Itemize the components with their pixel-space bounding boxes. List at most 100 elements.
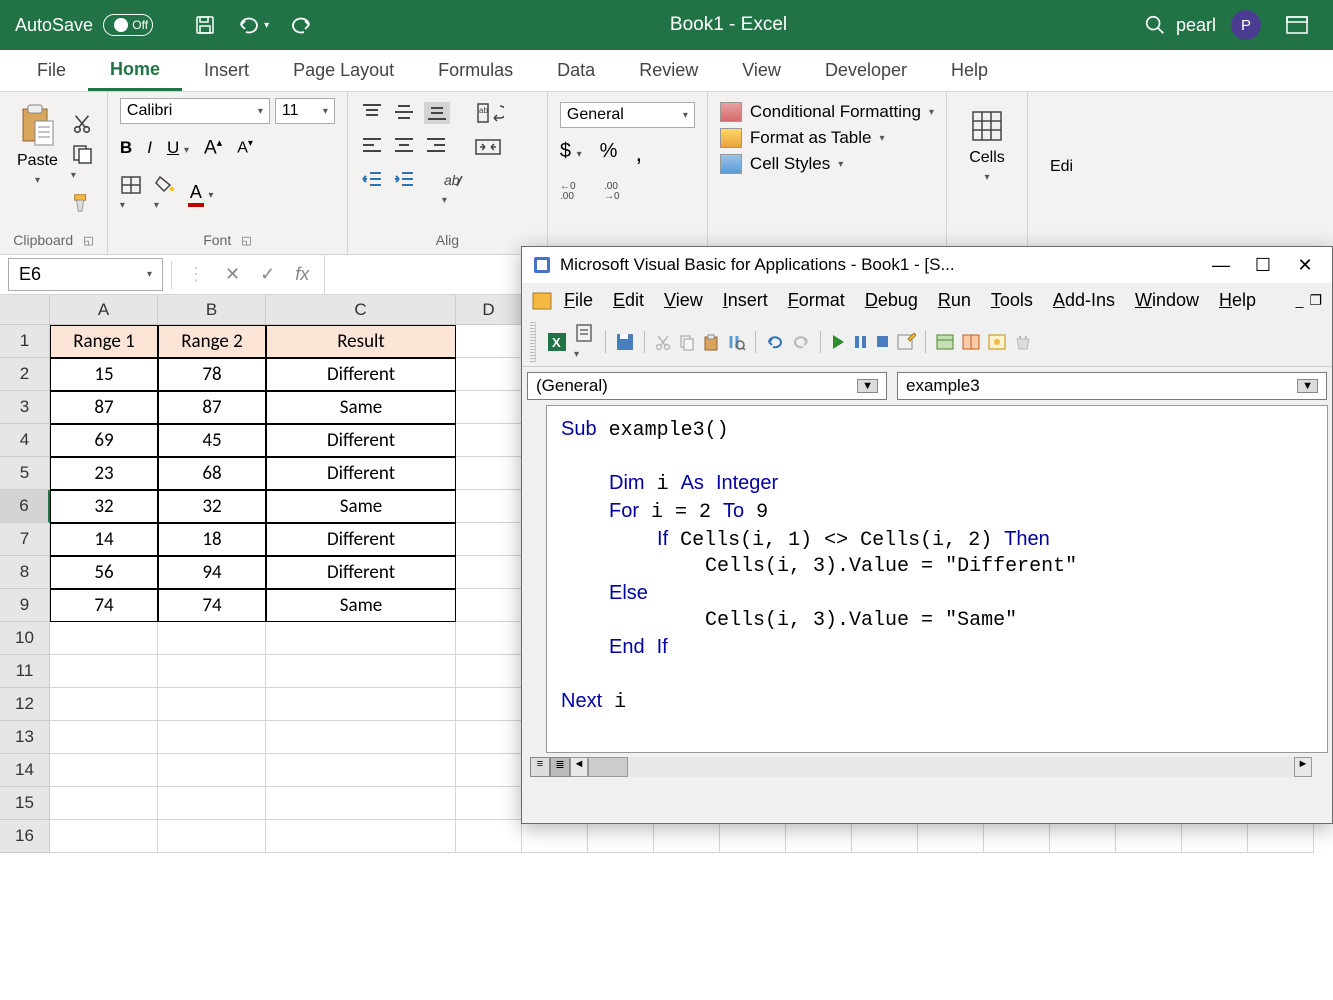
row-header-12[interactable]: 12 [0, 688, 50, 721]
tab-view[interactable]: View [720, 50, 803, 91]
paste-icon[interactable] [702, 333, 720, 351]
vba-menu-add-ins[interactable]: Add-Ins [1045, 287, 1123, 314]
row-header-5[interactable]: 5 [0, 457, 50, 490]
mdi-restore-icon[interactable]: ❐ [1309, 292, 1322, 309]
object-browser-icon[interactable] [987, 333, 1007, 351]
close-icon[interactable]: ✕ [1288, 255, 1322, 276]
row-header-15[interactable]: 15 [0, 787, 50, 820]
row-header-3[interactable]: 3 [0, 391, 50, 424]
vba-menu-edit[interactable]: Edit [605, 287, 652, 314]
table-header[interactable]: Range 2 [158, 325, 266, 358]
horizontal-scrollbar[interactable]: ◄ ► [570, 757, 1312, 777]
font-size-dropdown[interactable]: 11▾ [275, 98, 335, 124]
dots-icon[interactable]: ⋮ [187, 264, 205, 285]
name-box[interactable]: E6▾ [8, 258, 163, 291]
table-cell[interactable]: Same [266, 589, 456, 622]
tab-home[interactable]: Home [88, 50, 182, 91]
row-header-6[interactable]: 6 [0, 490, 50, 523]
table-cell[interactable]: 32 [158, 490, 266, 523]
toolbox-icon[interactable] [1013, 333, 1033, 351]
number-format-dropdown[interactable]: General▾ [560, 102, 695, 128]
vba-menu-insert[interactable]: Insert [715, 287, 776, 314]
row-header-11[interactable]: 11 [0, 655, 50, 688]
vba-menu-debug[interactable]: Debug [857, 287, 926, 314]
cell-styles-button[interactable]: Cell Styles ▾ [720, 154, 934, 174]
redo-icon[interactable] [289, 15, 313, 35]
save-icon[interactable] [615, 332, 635, 352]
tab-page-layout[interactable]: Page Layout [271, 50, 416, 91]
decrease-decimal-icon[interactable]: .00→0 [604, 180, 630, 200]
vba-menu-help[interactable]: Help [1211, 287, 1264, 314]
underline-button[interactable]: U ▾ [167, 138, 189, 158]
design-mode-icon[interactable] [896, 333, 916, 351]
italic-button[interactable]: I [147, 138, 152, 158]
procedure-dropdown[interactable]: example3▼ [897, 372, 1327, 400]
table-cell[interactable]: 15 [50, 358, 158, 391]
table-cell[interactable]: Different [266, 457, 456, 490]
format-as-table-button[interactable]: Format as Table ▾ [720, 128, 934, 148]
save-icon[interactable] [193, 13, 217, 37]
cancel-icon[interactable]: ✕ [225, 264, 240, 285]
orientation-icon[interactable]: ab ▾ [442, 170, 464, 208]
code-editor[interactable]: Sub example3() Dim i As Integer For i = … [546, 405, 1328, 753]
table-cell[interactable]: 23 [50, 457, 158, 490]
properties-icon[interactable] [961, 333, 981, 351]
table-header[interactable]: Range 1 [50, 325, 158, 358]
col-header-D[interactable]: D [456, 295, 522, 325]
borders-button[interactable]: ▾ [120, 175, 142, 213]
align-top-icon[interactable] [360, 102, 384, 124]
search-icon[interactable] [1144, 14, 1166, 36]
table-cell[interactable]: 74 [50, 589, 158, 622]
col-header-C[interactable]: C [266, 295, 456, 325]
object-dropdown[interactable]: (General)▼ [527, 372, 887, 400]
paste-button[interactable]: Paste ▾ [12, 98, 63, 228]
mdi-minimize-icon[interactable]: _ [1296, 292, 1304, 309]
table-cell[interactable]: Different [266, 358, 456, 391]
tab-insert[interactable]: Insert [182, 50, 271, 91]
cut-icon[interactable] [654, 333, 672, 351]
vba-titlebar[interactable]: Microsoft Visual Basic for Applications … [522, 247, 1332, 283]
minimize-icon[interactable]: — [1204, 255, 1238, 276]
merge-center-icon[interactable] [474, 136, 502, 158]
copy-icon[interactable] [678, 333, 696, 351]
table-cell[interactable]: 56 [50, 556, 158, 589]
cut-icon[interactable] [71, 113, 95, 135]
row-header-10[interactable]: 10 [0, 622, 50, 655]
increase-decimal-icon[interactable]: ←0.00 [560, 180, 586, 200]
align-middle-icon[interactable] [392, 102, 416, 124]
row-header-8[interactable]: 8 [0, 556, 50, 589]
tab-help[interactable]: Help [929, 50, 1010, 91]
user-account[interactable]: pearl P [1176, 10, 1261, 40]
enter-icon[interactable]: ✓ [260, 264, 275, 285]
table-cell[interactable]: 87 [50, 391, 158, 424]
tab-formulas[interactable]: Formulas [416, 50, 535, 91]
table-cell[interactable]: Different [266, 523, 456, 556]
row-header-7[interactable]: 7 [0, 523, 50, 556]
table-cell[interactable]: 94 [158, 556, 266, 589]
table-cell[interactable]: 18 [158, 523, 266, 556]
select-all-corner[interactable] [0, 295, 50, 325]
excel-icon[interactable]: X [546, 331, 568, 353]
table-cell[interactable]: 45 [158, 424, 266, 457]
tab-data[interactable]: Data [535, 50, 617, 91]
maximize-icon[interactable]: ☐ [1246, 255, 1280, 276]
currency-icon[interactable]: $ ▾ [560, 140, 582, 168]
comma-icon[interactable]: , [635, 140, 642, 168]
wrap-text-icon[interactable]: ab [476, 102, 504, 124]
copy-icon[interactable]: ▾ [71, 143, 95, 183]
dialog-launcher-icon[interactable]: ◱ [83, 234, 93, 247]
col-header-B[interactable]: B [158, 295, 266, 325]
font-name-dropdown[interactable]: Calibri▾ [120, 98, 270, 124]
table-header[interactable]: Result [266, 325, 456, 358]
tab-developer[interactable]: Developer [803, 50, 929, 91]
vba-menu-window[interactable]: Window [1127, 287, 1207, 314]
increase-indent-icon[interactable] [392, 170, 416, 208]
font-color-button[interactable]: A ▾ [188, 182, 214, 207]
table-cell[interactable]: Different [266, 424, 456, 457]
format-painter-icon[interactable] [71, 191, 95, 213]
decrease-font-icon[interactable]: A▾ [237, 138, 253, 157]
cells-button[interactable]: Cells ▾ [959, 98, 1015, 193]
insert-module-icon[interactable]: ▾ [574, 322, 596, 362]
row-header-1[interactable]: 1 [0, 325, 50, 358]
tab-review[interactable]: Review [617, 50, 720, 91]
